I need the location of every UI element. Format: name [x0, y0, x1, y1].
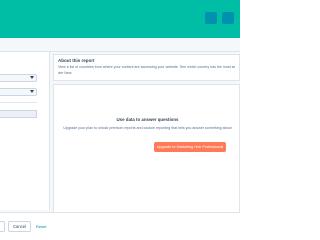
empty-state-text: Upgrade your plan to unlock premium repo… [63, 126, 232, 130]
chevron-down-icon [30, 76, 34, 79]
about-report-description: View a list of countries from where your… [58, 65, 235, 69]
apply-button[interactable] [0, 221, 5, 232]
cancel-button[interactable]: Cancel [8, 221, 31, 232]
chevron-down-icon [30, 90, 34, 93]
about-report-card: About this report View a list of countri… [53, 54, 240, 81]
about-report-description-cont: are New. [58, 71, 73, 75]
filter-field[interactable] [0, 110, 37, 118]
top-navigation-bar [0, 0, 240, 38]
about-report-title: About this report [58, 58, 95, 63]
filter-select-1[interactable] [0, 74, 37, 82]
footer-bar: Cancel Reset [0, 212, 240, 240]
reset-link[interactable]: Reset [36, 223, 46, 230]
app-icon[interactable] [205, 12, 217, 24]
empty-state-card: Use data to answer questions Upgrade you… [53, 84, 240, 214]
report-panel: About this report View a list of countri… [53, 54, 240, 214]
filter-select-2[interactable] [0, 88, 37, 96]
page-header [0, 38, 240, 52]
divider [0, 102, 37, 103]
empty-state-title: Use data to answer questions [116, 117, 179, 122]
account-icon[interactable] [222, 12, 234, 24]
upgrade-button[interactable]: Upgrade to Marketing Hub Professional [154, 142, 226, 152]
filter-panel [0, 52, 50, 210]
